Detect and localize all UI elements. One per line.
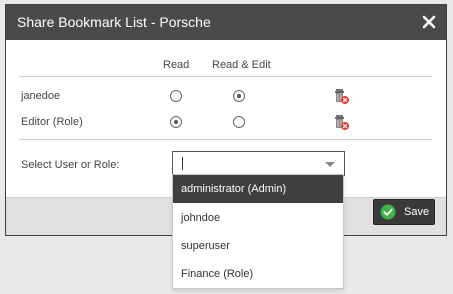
close-icon[interactable]	[420, 13, 438, 31]
rows-divider	[19, 139, 432, 140]
user-role-dropdown-list: administrator (Admin) johndoe superuser …	[172, 174, 344, 289]
dialog-title: Share Bookmark List - Porsche	[17, 14, 211, 30]
trash-delete-icon[interactable]	[333, 113, 349, 131]
dropdown-option-administrator[interactable]: administrator (Admin)	[173, 175, 343, 203]
dropdown-option-superuser[interactable]: superuser	[173, 232, 343, 260]
radio-read-edit-janedoe[interactable]	[233, 90, 245, 102]
save-button-label: Save	[404, 206, 430, 218]
radio-read-editor-role[interactable]	[170, 116, 182, 128]
text-cursor	[182, 157, 183, 170]
radio-read-edit-editor-role[interactable]	[233, 116, 245, 128]
trash-delete-icon[interactable]	[333, 87, 349, 105]
column-header-read-edit: Read & Edit	[212, 59, 271, 71]
radio-read-janedoe[interactable]	[170, 90, 182, 102]
dropdown-option-johndoe[interactable]: johndoe	[173, 204, 343, 232]
permission-row-role-label: Editor (Role)	[21, 116, 83, 128]
select-user-role-label: Select User or Role:	[21, 159, 120, 171]
check-circle-icon	[380, 204, 396, 220]
dropdown-option-finance-role[interactable]: Finance (Role)	[173, 260, 343, 288]
dialog-titlebar: Share Bookmark List - Porsche	[6, 5, 446, 40]
user-role-combobox[interactable]	[172, 151, 345, 176]
permission-row-user-label: janedoe	[21, 90, 61, 102]
column-header-read: Read	[163, 59, 190, 71]
save-button[interactable]: Save	[373, 199, 435, 225]
header-divider	[19, 76, 432, 77]
chevron-down-icon[interactable]	[325, 162, 335, 167]
